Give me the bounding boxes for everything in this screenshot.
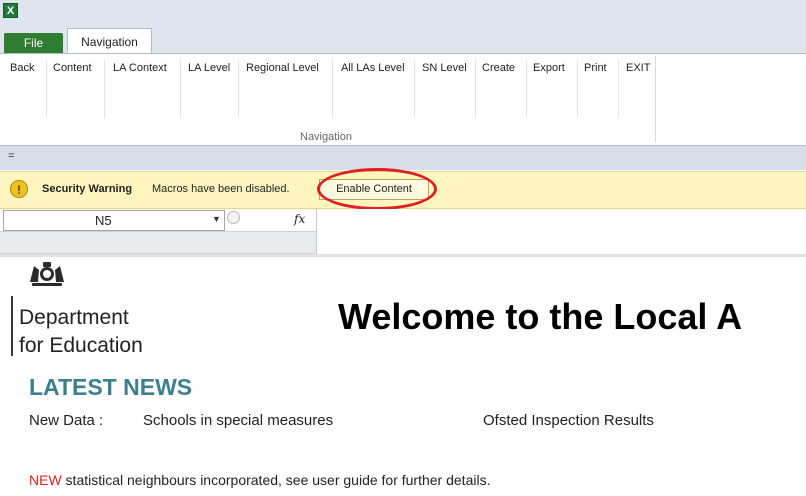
- ribbon-create-button[interactable]: Create: [482, 62, 515, 74]
- ribbon-separator: [475, 60, 476, 118]
- sheet-header-strip: [0, 232, 316, 254]
- ribbon-group-divider: [655, 56, 656, 142]
- name-box[interactable]: [3, 210, 225, 231]
- ribbon-group-label: Navigation: [300, 131, 352, 143]
- ribbon-separator: [577, 60, 578, 118]
- new-data-item[interactable]: Schools in special measures: [143, 412, 333, 429]
- new-feature-note: NEW statistical neighbours incorporated,…: [29, 472, 490, 488]
- name-box-dropdown-icon[interactable]: ▼: [212, 214, 221, 224]
- sheet-top-border: [0, 254, 806, 257]
- royal-crest-logo: [30, 262, 64, 286]
- ribbon-la-level-button[interactable]: LA Level: [188, 62, 230, 74]
- security-warning-message: Macros have been disabled.: [152, 183, 290, 195]
- tab-file[interactable]: File: [4, 33, 63, 54]
- quick-access-strip: [0, 146, 806, 170]
- ribbon-separator: [46, 60, 47, 118]
- ribbon-separator: [526, 60, 527, 118]
- ribbon-la-context-button[interactable]: LA Context: [113, 62, 167, 74]
- warning-icon: !: [10, 180, 28, 198]
- enable-content-button[interactable]: Enable Content: [319, 179, 429, 200]
- excel-icon[interactable]: X: [3, 3, 18, 18]
- name-box-value: N5: [95, 213, 112, 228]
- security-warning-title: Security Warning: [42, 183, 133, 195]
- ribbon-separator: [332, 60, 333, 118]
- ribbon-separator: [618, 60, 619, 118]
- ribbon-regional-level-button[interactable]: Regional Level: [246, 62, 319, 74]
- new-feature-text: statistical neighbours incorporated, see…: [61, 472, 491, 488]
- ribbon-back-button[interactable]: Back: [10, 62, 34, 74]
- ribbon-separator: [414, 60, 415, 118]
- formula-cancel-icon[interactable]: [227, 211, 240, 224]
- tab-navigation[interactable]: Navigation: [67, 28, 152, 54]
- ribbon-all-las-level-button[interactable]: All LAs Level: [341, 62, 405, 74]
- ribbon-content-button[interactable]: Content: [53, 62, 92, 74]
- logo-rule: [11, 296, 13, 356]
- ribbon-print-button[interactable]: Print: [584, 62, 607, 74]
- new-data-item[interactable]: Ofsted Inspection Results: [483, 412, 654, 429]
- title-bar: [0, 0, 806, 24]
- welcome-heading: Welcome to the Local A: [338, 296, 743, 337]
- ribbon-separator: [180, 60, 181, 118]
- insert-function-icon[interactable]: fx: [294, 212, 305, 226]
- new-data-label: New Data :: [29, 412, 104, 429]
- ribbon-exit-button[interactable]: EXIT: [626, 62, 650, 74]
- ribbon-separator: [104, 60, 105, 118]
- department-name-line1: Department: [19, 306, 129, 329]
- latest-news-heading: LATEST NEWS: [29, 374, 193, 400]
- ribbon-export-button[interactable]: Export: [533, 62, 565, 74]
- ribbon-sn-level-button[interactable]: SN Level: [422, 62, 467, 74]
- customize-qat-icon[interactable]: =: [8, 150, 14, 162]
- ribbon-separator: [238, 60, 239, 118]
- new-tag: NEW: [29, 472, 62, 488]
- department-name-line2: for Education: [19, 334, 143, 357]
- formula-input[interactable]: [317, 210, 806, 254]
